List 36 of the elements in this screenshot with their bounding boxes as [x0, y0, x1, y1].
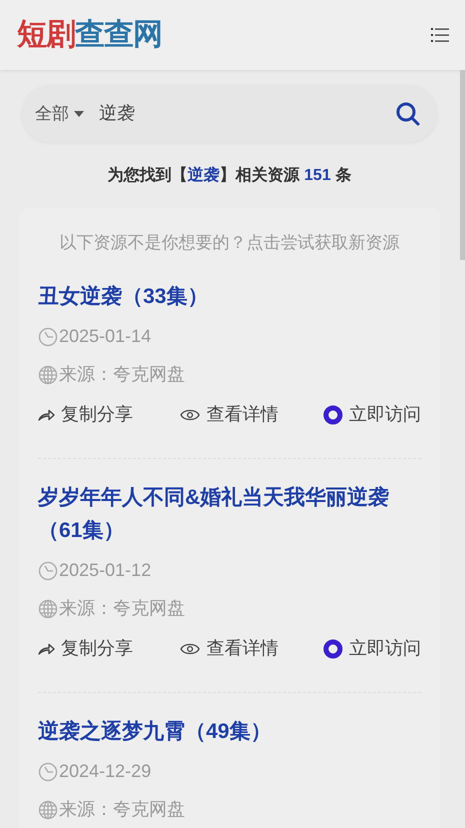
result-title[interactable]: 逆袭之逐梦九霄（49集）: [38, 714, 421, 748]
search-icon[interactable]: [395, 100, 421, 126]
source-label: 来源：夸克网盘: [59, 798, 185, 821]
share-icon: [38, 408, 55, 422]
globe-icon: [38, 598, 58, 618]
search-input[interactable]: 逆袭: [99, 100, 395, 127]
copy-share-link[interactable]: 复制分享: [38, 635, 133, 662]
globe-icon: [38, 364, 58, 384]
result-title[interactable]: 丑女逆袭（33集）: [38, 280, 421, 312]
globe-icon: [38, 800, 58, 820]
ring-icon: [322, 404, 343, 424]
eye-icon: [180, 408, 200, 420]
clock-icon: [38, 762, 58, 782]
publish-date: 2025-01-12: [59, 559, 152, 582]
publish-date: 2024-12-29: [59, 760, 152, 783]
share-icon: [38, 642, 55, 656]
caret-icon: [73, 110, 85, 118]
ring-icon: [322, 638, 343, 658]
view-details-link[interactable]: 查看详情: [180, 401, 278, 428]
source-label: 来源：夸克网盘: [59, 597, 185, 620]
clock-icon: [38, 560, 58, 580]
clock-icon: [38, 326, 58, 346]
category-dropdown[interactable]: 全部: [35, 100, 85, 126]
eye-icon: [180, 642, 200, 654]
publish-date: 2025-01-14: [59, 325, 152, 348]
copy-share-link[interactable]: 复制分享: [38, 401, 133, 428]
menu-icon[interactable]: [431, 28, 449, 42]
site-logo[interactable]: 短剧查查网: [17, 20, 162, 50]
result-summary: 为您找到【逆袭】相关资源 151 条: [106, 165, 352, 186]
result-title[interactable]: 岁岁年年人不同&婚礼当天我华丽逆袭（61集）: [38, 480, 421, 546]
view-details-link[interactable]: 查看详情: [180, 635, 278, 662]
scrollbar-thumb[interactable]: [460, 70, 465, 260]
visit-link[interactable]: 立即访问: [322, 635, 421, 662]
source-label: 来源：夸克网盘: [59, 363, 185, 386]
search-bar[interactable]: 全部 逆袭: [22, 85, 437, 142]
visit-link[interactable]: 立即访问: [322, 401, 421, 428]
